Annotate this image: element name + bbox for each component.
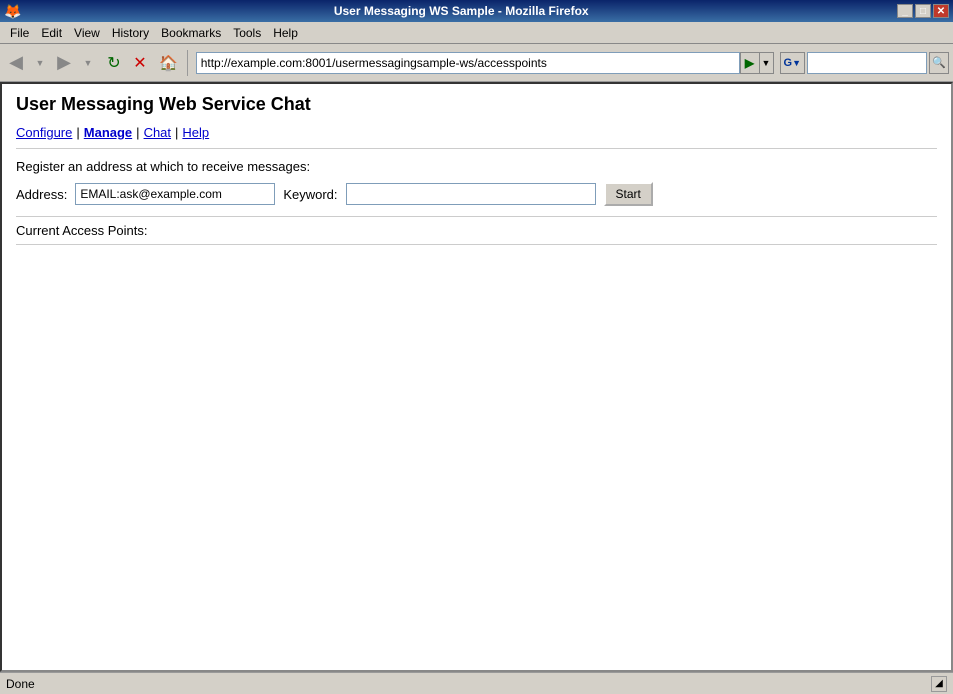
page-title: User Messaging Web Service Chat [16,94,937,115]
back-dropdown[interactable]: ▼ [28,48,52,78]
window-controls: _ □ ✕ [897,4,949,18]
status-icon: ◢ [931,676,947,692]
maximize-button[interactable]: □ [915,4,931,18]
toolbar-separator [187,50,188,76]
access-points-title: Current Access Points: [16,223,937,238]
page-content: User Messaging Web Service Chat Configur… [2,84,951,670]
page-nav: Configure | Manage | Chat | Help [16,125,937,140]
start-button[interactable]: Start [604,182,653,206]
toolbar: ◀ ▼ ▶ ▼ ↻ ✕ 🏠 ▶ ▼ G ▼ 🔍 [0,44,953,82]
home-button[interactable]: 🏠 [154,48,183,78]
menu-bar: File Edit View History Bookmarks Tools H… [0,22,953,44]
search-input[interactable] [807,52,927,74]
nav-sep-3: | [175,125,178,140]
divider-1 [16,148,937,149]
nav-help[interactable]: Help [182,125,209,140]
keyword-label: Keyword: [283,187,337,202]
form-row: Address: Keyword: Start [16,182,937,206]
window-title: User Messaging WS Sample - Mozilla Firef… [25,4,897,18]
search-engine-label: G [784,57,793,69]
menu-file[interactable]: File [4,24,35,42]
address-input[interactable] [196,52,740,74]
stop-button[interactable]: ✕ [128,48,152,78]
menu-history[interactable]: History [106,24,155,42]
divider-3 [16,244,937,245]
search-engine-button[interactable]: G ▼ [780,52,805,74]
search-area: G ▼ 🔍 [780,52,949,74]
forward-dropdown[interactable]: ▼ [76,48,100,78]
reload-button[interactable]: ↻ [102,48,126,78]
menu-view[interactable]: View [68,24,106,42]
browser-frame: User Messaging Web Service Chat Configur… [0,82,953,672]
menu-edit[interactable]: Edit [35,24,68,42]
go-dropdown[interactable]: ▼ [760,52,774,74]
nav-configure[interactable]: Configure [16,125,72,140]
status-bar: Done ◢ [0,672,953,694]
address-field[interactable] [75,183,275,205]
search-button[interactable]: 🔍 [929,52,949,74]
menu-bookmarks[interactable]: Bookmarks [155,24,227,42]
back-button[interactable]: ◀ [4,48,28,78]
close-button[interactable]: ✕ [933,4,949,18]
address-label: Address: [16,187,67,202]
status-text: Done [6,677,931,691]
go-button[interactable]: ▶ [740,52,760,74]
forward-button[interactable]: ▶ [52,48,76,78]
menu-help[interactable]: Help [267,24,304,42]
nav-sep-1: | [76,125,79,140]
address-bar-area: ▶ ▼ [196,50,774,76]
window-icon: 🦊 [4,3,21,20]
nav-group: ◀ ▼ ▶ ▼ [4,48,100,78]
search-engine-dropdown-icon: ▼ [792,58,801,68]
nav-manage[interactable]: Manage [84,125,132,140]
register-text: Register an address at which to receive … [16,159,937,174]
menu-tools[interactable]: Tools [227,24,267,42]
divider-2 [16,216,937,217]
nav-chat[interactable]: Chat [144,125,171,140]
nav-sep-2: | [136,125,139,140]
keyword-field[interactable] [346,183,596,205]
title-bar: 🦊 User Messaging WS Sample - Mozilla Fir… [0,0,953,22]
minimize-button[interactable]: _ [897,4,913,18]
